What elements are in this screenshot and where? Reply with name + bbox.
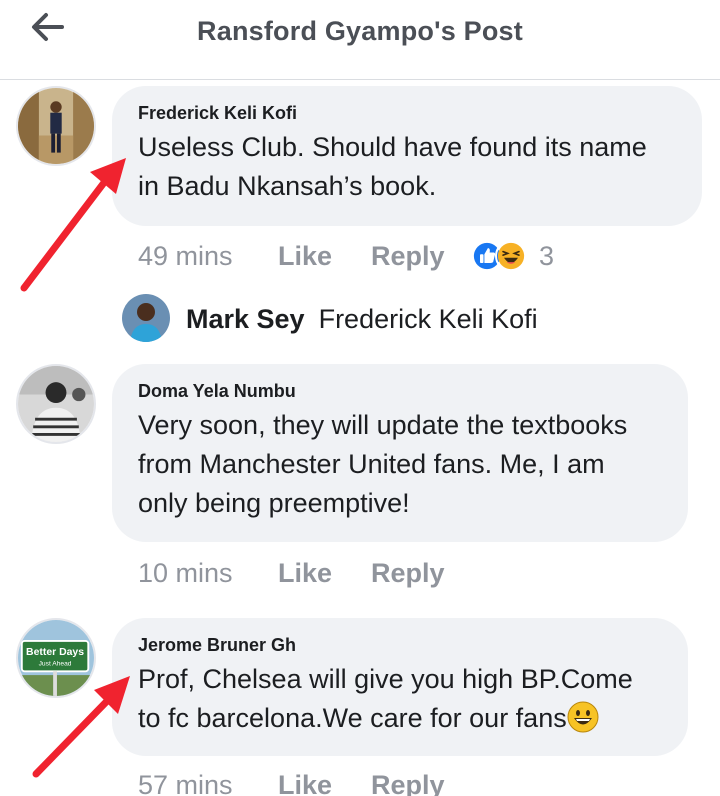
comment-author[interactable]: Frederick Keli Kofi: [138, 102, 676, 124]
reply-button[interactable]: Reply: [371, 558, 471, 589]
comment-text-line: to fc barcelona.We care for our fans: [138, 699, 662, 738]
annotation-arrow-icon: [20, 158, 126, 292]
like-button[interactable]: Like: [278, 558, 371, 589]
page-title: Ransford Gyampo's Post: [197, 16, 523, 46]
comment-bubble-1: Frederick Keli Kofi Useless Club. Should…: [112, 86, 702, 226]
comment-text-line: only being preemptive!: [138, 488, 410, 518]
comment-actions-3: 57 mins Like Reply: [138, 768, 471, 796]
comment-text-line: Prof, Chelsea will give you high BP.Come: [138, 664, 633, 694]
like-button[interactable]: Like: [278, 241, 371, 272]
comment-time: 10 mins: [138, 557, 233, 588]
reply-button[interactable]: Reply: [371, 241, 471, 272]
reply-author[interactable]: Mark Sey: [186, 304, 305, 335]
haha-reaction-icon: [495, 240, 527, 272]
comment-bubble-3: Jerome Bruner Gh Prof, Chelsea will give…: [112, 618, 688, 756]
comment-text-fragment: to fc barcelona.We care for our fans: [138, 703, 567, 733]
reply-preview[interactable]: Mark Sey Frederick Keli Kofi: [122, 294, 538, 344]
comment-actions-2: 10 mins Like Reply: [138, 556, 471, 590]
like-button[interactable]: Like: [278, 770, 371, 796]
reactions-summary[interactable]: 3: [471, 240, 554, 272]
comment-author[interactable]: Doma Yela Numbu: [138, 380, 662, 402]
comment-bubble-2: Doma Yela Numbu Very soon, they will upd…: [112, 364, 688, 542]
comment-text-line: in Badu Nkansah’s book.: [138, 171, 437, 201]
avatar-sign-text: Better Days: [26, 647, 84, 658]
comment-author[interactable]: Jerome Bruner Gh: [138, 634, 662, 656]
comment-time: 57 mins: [138, 769, 233, 796]
reaction-count: 3: [539, 240, 555, 271]
annotation-arrow-icon: [32, 676, 130, 778]
person-photo-icon: [18, 366, 94, 442]
grinning-face-icon: [567, 701, 599, 733]
comment-time: 49 mins: [138, 240, 233, 271]
comment-actions-1: 49 mins Like Reply 3: [138, 239, 554, 273]
comment-text-line: Useless Club. Should have found its name: [138, 132, 647, 162]
reply-button[interactable]: Reply: [371, 770, 471, 796]
reply-text: Frederick Keli Kofi: [318, 303, 538, 334]
avatar-sign-subtext: Just Ahead: [39, 661, 72, 668]
comment-text-line: Very soon, they will update the textbook…: [138, 410, 628, 440]
commenter-avatar-2[interactable]: [16, 364, 96, 444]
comment-text-line: from Manchester United fans. Me, I am: [138, 449, 605, 479]
post-header: Ransford Gyampo's Post: [0, 0, 720, 80]
